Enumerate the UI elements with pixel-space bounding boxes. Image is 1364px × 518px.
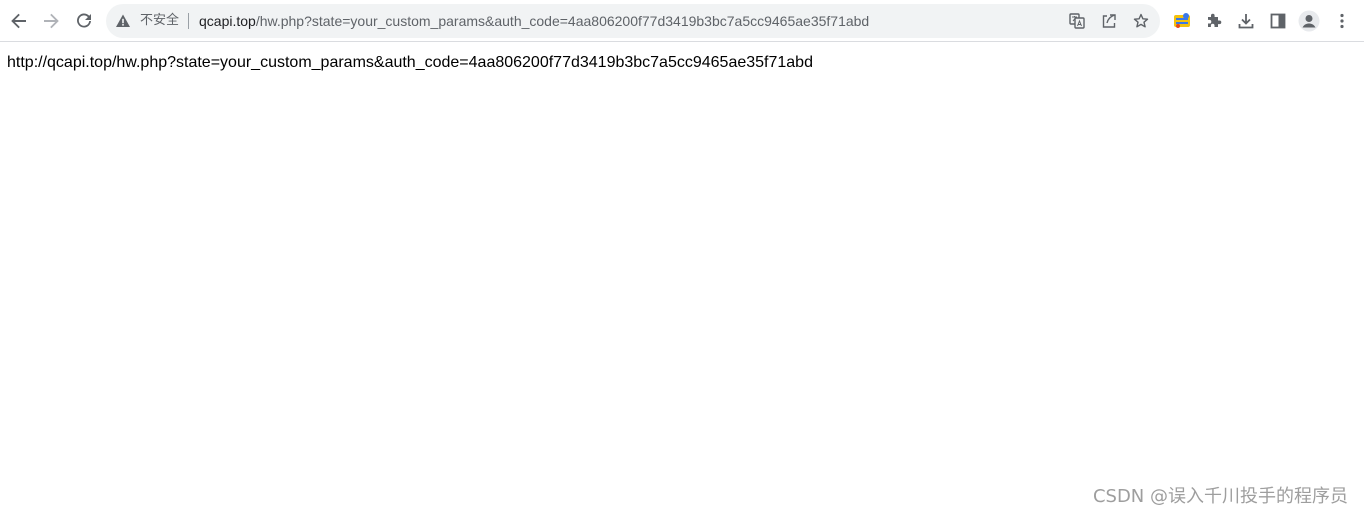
translate-button[interactable] bbox=[1068, 12, 1086, 30]
back-arrow-icon bbox=[11, 13, 26, 29]
reload-button[interactable] bbox=[70, 7, 98, 35]
reload-icon bbox=[77, 13, 91, 28]
forward-button[interactable] bbox=[37, 7, 65, 35]
browser-toolbar: 不安全 qcapi.top/hw.php?state=your_custom_p… bbox=[0, 0, 1364, 42]
browser-menu-button[interactable] bbox=[1331, 10, 1353, 32]
warning-icon[interactable] bbox=[115, 13, 131, 29]
side-panel-icon bbox=[1270, 13, 1286, 29]
url-path: /hw.php?state=your_custom_params&auth_co… bbox=[255, 13, 870, 29]
share-icon bbox=[1102, 14, 1116, 28]
address-separator bbox=[188, 13, 189, 29]
kebab-menu-icon bbox=[1340, 13, 1344, 29]
csdn-watermark: CSDN @误入千川投手的程序员 bbox=[1092, 486, 1348, 507]
bookmark-button[interactable] bbox=[1132, 12, 1150, 30]
profile-button[interactable] bbox=[1298, 10, 1320, 32]
puzzle-icon bbox=[1208, 13, 1222, 27]
extension-app-icon bbox=[1174, 13, 1190, 28]
side-panel-button[interactable] bbox=[1267, 10, 1289, 32]
security-status-label[interactable]: 不安全 bbox=[140, 13, 179, 29]
downloads-button[interactable] bbox=[1235, 10, 1257, 32]
translate-icon bbox=[1069, 13, 1085, 29]
url-text[interactable]: qcapi.top/hw.php?state=your_custom_param… bbox=[199, 12, 869, 30]
extensions-button[interactable] bbox=[1203, 10, 1225, 32]
download-icon bbox=[1238, 14, 1254, 29]
address-bar[interactable]: 不安全 qcapi.top/hw.php?state=your_custom_p… bbox=[106, 4, 1160, 38]
page-body-text: http://qcapi.top/hw.php?state=your_custo… bbox=[7, 54, 813, 71]
forward-arrow-icon bbox=[44, 13, 59, 29]
url-host: qcapi.top bbox=[199, 13, 256, 29]
share-button[interactable] bbox=[1100, 12, 1118, 30]
star-icon bbox=[1133, 13, 1149, 28]
back-button[interactable] bbox=[5, 7, 33, 35]
extension-app-button[interactable] bbox=[1171, 10, 1193, 32]
profile-avatar-icon bbox=[1298, 10, 1320, 32]
